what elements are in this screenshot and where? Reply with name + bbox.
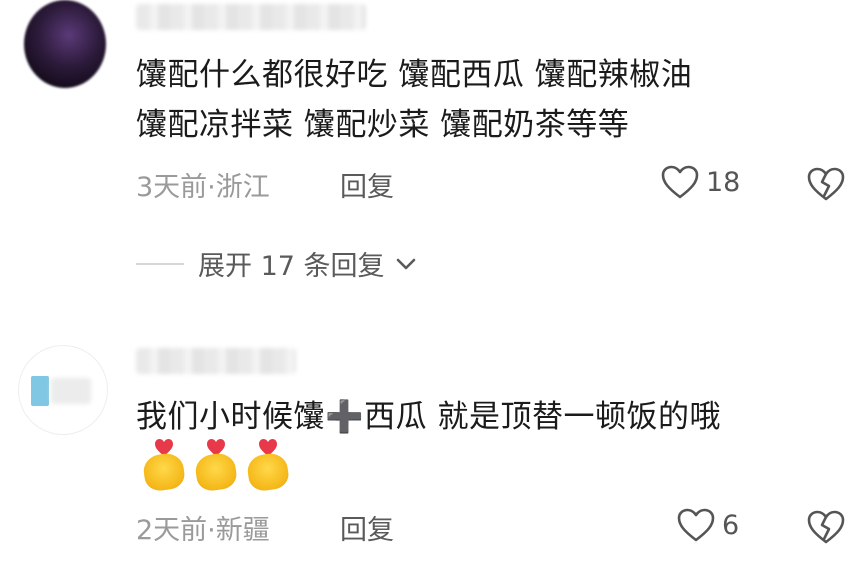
expand-replies-label: 展开 17 条回复 (198, 251, 385, 282)
expand-replies-button[interactable]: 展开 17 条回复 (136, 244, 419, 283)
heart-hands-emoji (193, 438, 239, 493)
chevron-down-icon (396, 258, 415, 269)
heart-hands-emoji (245, 438, 291, 493)
heart-hands-emoji (141, 438, 187, 493)
comment-time-location: 3天前·浙江 (136, 172, 270, 203)
broken-heart-icon (807, 510, 845, 544)
emoji-row (141, 436, 291, 493)
user-avatar[interactable] (18, 345, 108, 435)
comment-text-line: 我们小时候馕➕西瓜 就是顶替一顿饭的哦 (136, 399, 721, 435)
like-button[interactable]: 18 (660, 164, 740, 200)
dislike-button[interactable] (806, 166, 846, 206)
divider-line (136, 262, 184, 265)
heart-outline-icon (677, 508, 715, 542)
dislike-button[interactable] (806, 509, 846, 549)
user-avatar[interactable] (24, 0, 106, 88)
reply-button[interactable]: 回复 (340, 165, 394, 204)
username-redacted[interactable] (136, 4, 366, 30)
like-count: 18 (706, 166, 741, 198)
heart-outline-icon (661, 165, 699, 199)
like-count: 6 (722, 509, 740, 541)
like-button[interactable]: 6 (676, 507, 739, 543)
avatar-image-part (31, 376, 49, 406)
username-redacted[interactable] (136, 348, 296, 374)
comment-text-line: 馕配凉拌菜 馕配炒菜 馕配奶茶等等 (136, 107, 630, 143)
avatar-image-part (51, 378, 91, 404)
broken-heart-icon (807, 167, 845, 201)
reply-button[interactable]: 回复 (340, 508, 394, 547)
comment-text-line: 馕配什么都很好吃 馕配西瓜 馕配辣椒油 (136, 57, 693, 93)
comment-time-location: 2天前·新疆 (136, 515, 270, 546)
